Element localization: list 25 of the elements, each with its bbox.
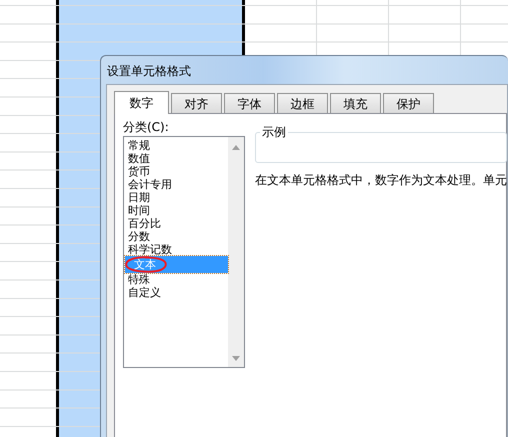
scrollbar[interactable]	[228, 137, 244, 367]
category-item[interactable]: 常规	[125, 139, 228, 152]
category-item[interactable]: 数值	[125, 152, 228, 165]
category-item[interactable]: 百分比	[125, 217, 228, 230]
category-item[interactable]: 自定义	[125, 286, 228, 299]
tab[interactable]: 数字	[114, 91, 169, 114]
scroll-up-icon[interactable]	[232, 145, 240, 150]
tab[interactable]: 边框	[277, 93, 328, 113]
category-item[interactable]: 科学记数	[125, 243, 228, 256]
sample-label: 示例	[260, 124, 288, 140]
category-item[interactable]: 特殊	[125, 273, 228, 286]
tab[interactable]: 对齐	[171, 93, 222, 113]
category-list[interactable]: 常规 数值 货币 会计专用 日期 时间 百分比 分数 科学记数 文本 特殊 自定义	[123, 136, 245, 368]
description-text: 在文本单元格格式中，数字作为文本处理。单元	[255, 172, 507, 189]
category-item[interactable]: 会计专用	[125, 178, 228, 191]
tab[interactable]: 保护	[383, 93, 434, 113]
category-item[interactable]: 分数	[125, 230, 228, 243]
tab[interactable]: 填充	[330, 93, 381, 113]
category-item[interactable]: 时间	[125, 204, 228, 217]
category-item[interactable]: 日期	[125, 191, 228, 204]
scroll-down-icon[interactable]	[232, 356, 240, 361]
tab[interactable]: 字体	[224, 93, 275, 113]
category-label: 分类(C):	[123, 120, 170, 134]
category-item[interactable]: 货币	[125, 165, 228, 178]
window-title: 设置单元格格式	[107, 64, 191, 78]
